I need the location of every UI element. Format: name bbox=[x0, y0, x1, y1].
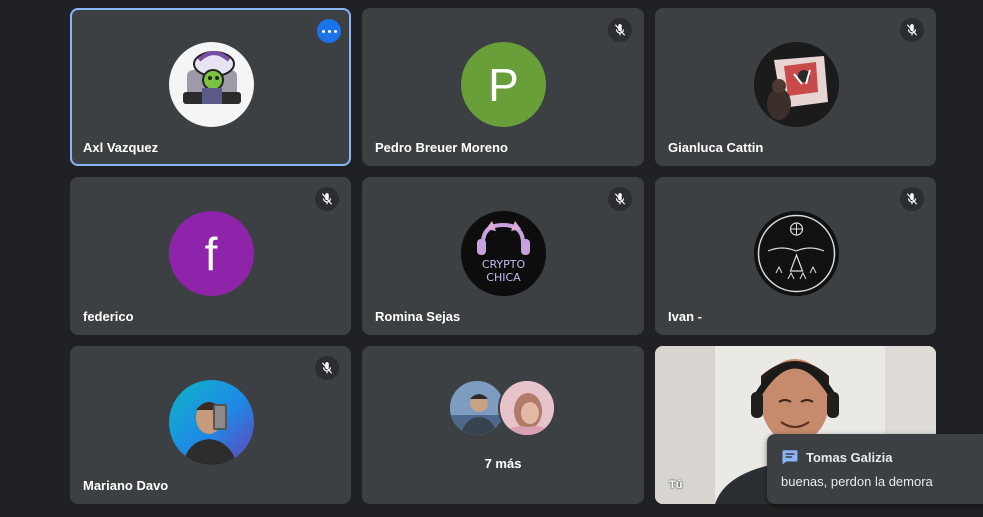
participant-name: Gianluca Cattin bbox=[668, 140, 764, 155]
mic-off-icon bbox=[900, 187, 924, 211]
cartoon-avatar-icon bbox=[182, 51, 241, 104]
photo-avatar-icon bbox=[182, 402, 237, 465]
dot-icon bbox=[333, 29, 337, 33]
dot-icon bbox=[321, 29, 325, 33]
participant-tile-axl-vazquez[interactable]: Axl Vazquez bbox=[70, 8, 351, 166]
photo-avatar-icon bbox=[500, 381, 554, 435]
participant-name: Mariano Davo bbox=[83, 478, 169, 493]
participant-name: Romina Sejas bbox=[375, 309, 461, 324]
participant-tile-ivan[interactable]: Ivan - bbox=[655, 177, 936, 335]
avatar-letter: f bbox=[204, 227, 218, 280]
participant-grid: Axl Vazquez P Pedro Breuer Moreno Gianlu… bbox=[70, 8, 936, 505]
chat-sender: Tomas Galizia bbox=[806, 450, 893, 465]
mic-off-icon bbox=[608, 18, 632, 42]
mic-off-icon bbox=[608, 187, 632, 211]
crypto-chica-logo-icon: CRYPTO CHICA bbox=[461, 211, 546, 296]
chat-message: buenas, perdon la demora bbox=[781, 474, 933, 489]
mic-off-icon bbox=[315, 187, 339, 211]
avatar bbox=[753, 42, 839, 127]
more-options-button[interactable] bbox=[317, 19, 341, 43]
chat-icon bbox=[781, 448, 799, 471]
overflow-avatars bbox=[448, 379, 558, 437]
more-participants-label: 7 más bbox=[484, 456, 522, 471]
chat-notification[interactable]: Tomas Galizia buenas, perdon la demora bbox=[767, 434, 983, 504]
mic-off-icon bbox=[900, 18, 924, 42]
dot-icon bbox=[327, 29, 331, 33]
avatar bbox=[168, 42, 254, 127]
emblem-avatar-icon bbox=[753, 211, 839, 296]
participant-tile-pedro-breuer-moreno[interactable]: P Pedro Breuer Moreno bbox=[362, 8, 644, 166]
participant-name: Axl Vazquez bbox=[83, 140, 159, 155]
logo-text-line1: CRYPTO bbox=[482, 258, 526, 271]
self-label: Tú bbox=[669, 479, 683, 491]
participant-tile-gianluca-cattin[interactable]: Gianluca Cattin bbox=[655, 8, 936, 166]
participant-tile-romina-sejas[interactable]: CRYPTO CHICA Romina Sejas bbox=[362, 177, 644, 335]
photo-avatar-icon bbox=[753, 42, 839, 127]
avatar-letter: P bbox=[488, 58, 519, 111]
avatar: P bbox=[461, 42, 546, 127]
avatar: f bbox=[168, 211, 254, 296]
participant-name: Ivan - bbox=[668, 309, 702, 324]
participant-name: Pedro Breuer Moreno bbox=[375, 140, 508, 155]
logo-text-line2: CHICA bbox=[486, 271, 521, 284]
more-participants-tile[interactable]: 7 más bbox=[362, 346, 644, 504]
avatar: CRYPTO CHICA bbox=[461, 211, 546, 296]
avatar bbox=[168, 380, 254, 465]
mic-off-icon bbox=[315, 356, 339, 380]
participant-name: federico bbox=[83, 309, 134, 324]
mini-avatar bbox=[498, 379, 556, 437]
participant-tile-mariano-davo[interactable]: Mariano Davo bbox=[70, 346, 351, 504]
participant-tile-federico[interactable]: f federico bbox=[70, 177, 351, 335]
avatar bbox=[753, 211, 839, 296]
